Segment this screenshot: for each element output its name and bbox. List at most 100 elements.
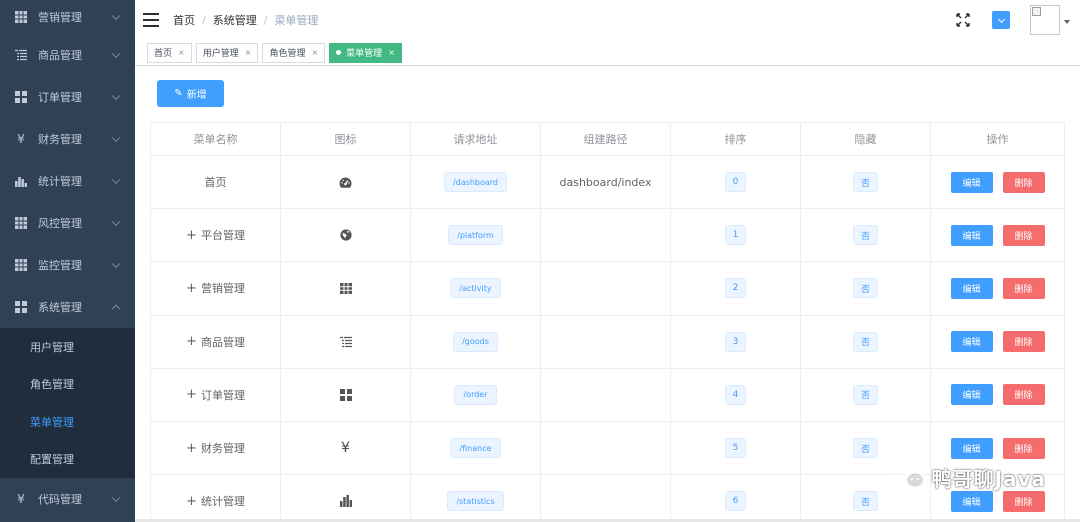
navbar: 首页 / 系统管理 / 菜单管理 — [135, 0, 1080, 40]
icon-cell — [281, 475, 411, 522]
order-cell: 4 — [671, 368, 801, 421]
size-select-button[interactable] — [992, 11, 1010, 29]
sidebar-item-system[interactable]: 系统管理 — [0, 286, 135, 328]
breadcrumb-home[interactable]: 首页 — [173, 12, 195, 28]
delete-button[interactable]: 删除 — [1002, 277, 1045, 299]
edit-button[interactable]: 编辑 — [950, 490, 993, 512]
sidebar-subitem-config[interactable]: 配置管理 — [0, 441, 135, 479]
edit-button[interactable]: 编辑 — [950, 384, 993, 406]
menu-name-cell: + 统计管理 — [151, 475, 281, 522]
sidebar-subitem-users[interactable]: 用户管理 — [0, 328, 135, 366]
edit-button[interactable]: 编辑 — [950, 437, 993, 459]
edit-button[interactable]: 编辑 — [950, 171, 993, 193]
order-cell: 0 — [671, 156, 801, 209]
expand-icon[interactable]: + — [186, 495, 197, 508]
menu-name: 首页 — [204, 176, 227, 190]
tag-home[interactable]: 首页 × — [147, 42, 192, 63]
column-header: 图标 — [281, 123, 411, 155]
chevron-down-icon — [111, 259, 121, 269]
hidden-tag: 否 — [852, 491, 878, 512]
edit-button[interactable]: 编辑 — [950, 224, 993, 246]
delete-button[interactable]: 删除 — [1002, 171, 1045, 193]
fullscreen-icon[interactable] — [956, 13, 970, 27]
sidebar-item-finance[interactable]: ¥ 财务管理 — [0, 118, 135, 160]
dashboard-icon — [339, 175, 353, 189]
breadcrumb-current: 菜单管理 — [274, 14, 319, 27]
sidebar-subitem-roles[interactable]: 角色管理 — [0, 366, 135, 404]
sidebar-item-goods[interactable]: 商品管理 — [0, 34, 135, 76]
path-tag: /statistics — [447, 491, 504, 512]
close-icon[interactable]: × — [388, 48, 395, 57]
sidebar-item-label: 财务管理 — [38, 133, 82, 146]
order-tag: 0 — [724, 172, 747, 193]
delete-button[interactable]: 删除 — [1002, 437, 1045, 459]
breadcrumb-separator: / — [202, 13, 206, 27]
menu-name-cell: 首页 — [151, 156, 281, 209]
delete-button[interactable]: 删除 — [1002, 224, 1045, 246]
sidebar-item-label: 商品管理 — [38, 49, 82, 62]
add-button-label: 新增 — [186, 90, 207, 101]
hamburger-icon[interactable] — [143, 13, 159, 27]
sidebar-item-orders[interactable]: 订单管理 — [0, 76, 135, 118]
icon-cell — [281, 209, 411, 262]
breadcrumb-system[interactable]: 系统管理 — [213, 12, 257, 28]
add-button[interactable]: ✎ 新增 — [157, 80, 224, 107]
tag-users[interactable]: 用户管理 × — [195, 42, 259, 63]
close-icon[interactable]: × — [311, 48, 318, 57]
navbar-right — [956, 0, 1080, 40]
hidden-tag: 否 — [852, 331, 878, 352]
tag-label: 首页 — [154, 49, 173, 59]
system-submenu: 用户管理 角色管理 菜单管理 配置管理 — [0, 328, 135, 478]
path-tag: /goods — [453, 331, 498, 352]
sidebar-item-monitor[interactable]: 监控管理 — [0, 244, 135, 286]
broken-image-icon — [1032, 7, 1041, 16]
bar-chart-icon — [339, 494, 353, 508]
hidden-tag: 否 — [852, 384, 878, 405]
menu-table: 菜单名称 图标 请求地址 组建路径 排序 隐藏 操作 首页 /dashboard… — [150, 122, 1065, 522]
expand-icon[interactable]: + — [186, 229, 197, 242]
edit-button[interactable]: 编辑 — [950, 331, 993, 353]
sidebar-item-code[interactable]: ¥ 代码管理 — [0, 478, 135, 520]
sidebar-item-risk[interactable]: 风控管理 — [0, 202, 135, 244]
delete-button[interactable]: 删除 — [1002, 384, 1045, 406]
chevron-down-icon — [111, 493, 121, 503]
caret-down-icon[interactable] — [1064, 20, 1070, 24]
delete-button[interactable]: 删除 — [1002, 331, 1045, 353]
path-tag: /platform — [448, 225, 503, 246]
actions-cell: 编辑 删除 — [931, 156, 1064, 208]
component-cell: dashboard/index — [541, 156, 671, 209]
path-cell: /dashboard — [411, 156, 541, 209]
edit-button[interactable]: 编辑 — [950, 277, 993, 299]
sidebar-item-label: 监控管理 — [38, 259, 82, 272]
tag-roles[interactable]: 角色管理 × — [262, 42, 326, 63]
path-cell: /finance — [411, 421, 541, 475]
chevron-up-icon — [111, 304, 121, 314]
delete-button[interactable]: 删除 — [1002, 490, 1045, 512]
expand-icon[interactable]: + — [186, 282, 197, 295]
hidden-cell: 否 — [801, 368, 931, 421]
blocks-icon — [339, 388, 353, 402]
table-header: 菜单名称 图标 请求地址 组建路径 排序 隐藏 操作 — [151, 123, 1064, 156]
expand-icon[interactable]: + — [186, 388, 197, 401]
tag-label: 角色管理 — [269, 49, 306, 59]
hidden-tag: 否 — [852, 278, 878, 299]
menu-name: 商品管理 — [200, 335, 245, 349]
sidebar-item-label: 订单管理 — [38, 91, 82, 104]
close-icon[interactable]: × — [245, 48, 252, 57]
icon-cell: ¥ — [281, 421, 411, 475]
sidebar-item-marketing[interactable]: 营销管理 — [0, 0, 135, 34]
order-tag: 3 — [724, 331, 747, 352]
hidden-tag: 否 — [852, 172, 878, 193]
expand-icon[interactable]: + — [186, 442, 197, 455]
active-dot-icon — [336, 50, 342, 55]
table-row: 首页 /dashboard dashboard/index 0 否 编辑 删除 — [151, 156, 1064, 210]
close-icon[interactable]: × — [178, 48, 185, 57]
breadcrumb-separator: / — [263, 13, 268, 27]
tag-menus[interactable]: 菜单管理 × — [329, 42, 402, 63]
sidebar-subitem-menus[interactable]: 菜单管理 — [0, 403, 135, 441]
menu-name: 平台管理 — [200, 229, 245, 243]
avatar[interactable] — [1030, 5, 1060, 35]
chevron-down-icon — [111, 11, 121, 21]
sidebar-item-statistics[interactable]: 统计管理 — [0, 160, 135, 202]
expand-icon[interactable]: + — [186, 335, 197, 348]
